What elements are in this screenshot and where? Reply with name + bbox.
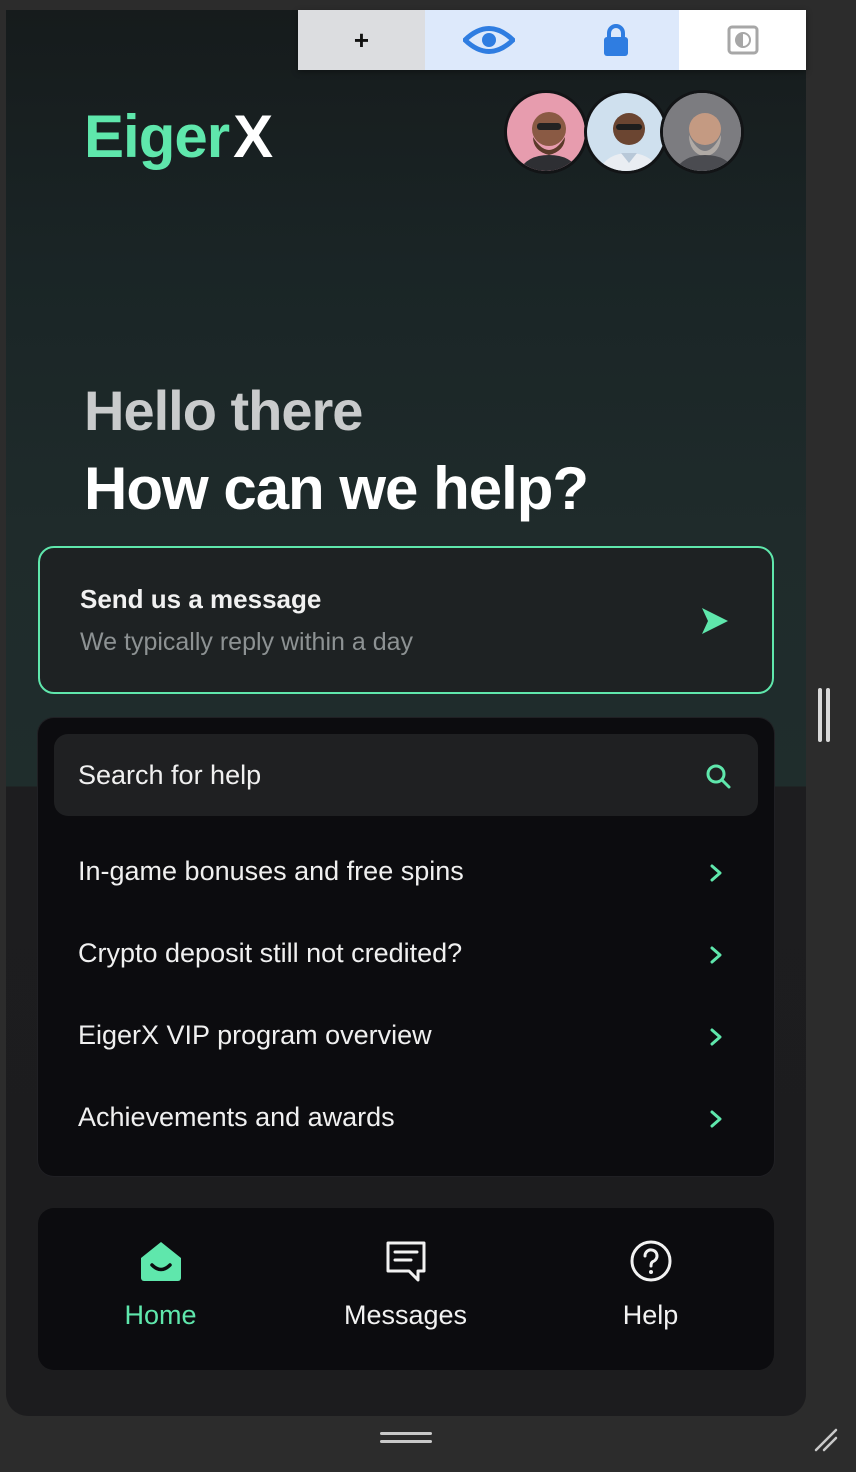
greeting-line-2: How can we help? (84, 455, 589, 522)
eye-icon (462, 26, 515, 54)
search-input[interactable]: Search for help (54, 734, 758, 816)
send-message-title: Send us a message (80, 584, 322, 614)
help-article-item[interactable]: EigerX VIP program overview (38, 996, 774, 1078)
avatar (584, 90, 668, 174)
send-message-subtitle: We typically reply within a day (80, 628, 414, 656)
toolbar: + (298, 10, 806, 70)
team-avatars (504, 90, 744, 176)
nav-help-label: Help (622, 1300, 679, 1330)
help-article-label: EigerX VIP program overview (78, 1020, 432, 1050)
bottom-nav: Home Messages Help (38, 1208, 774, 1370)
contrast-button[interactable] (679, 10, 806, 70)
chevron-right-icon (710, 1110, 722, 1128)
contrast-icon (727, 25, 758, 55)
avatar (504, 90, 588, 174)
lock-icon (603, 24, 628, 56)
help-article-item[interactable]: Crypto deposit still not credited? (38, 914, 774, 996)
nav-help[interactable]: Help (528, 1208, 773, 1370)
preview-button[interactable] (425, 10, 552, 70)
help-article-label: In-game bonuses and free spins (78, 856, 464, 886)
send-icon (702, 608, 728, 634)
chevron-right-icon (710, 1028, 722, 1046)
lock-button[interactable] (552, 10, 679, 70)
chevron-right-icon (710, 864, 722, 882)
nav-messages-label: Messages (343, 1300, 468, 1330)
brand-name-part1: Eiger (84, 103, 230, 170)
help-card: Search for help In-game bonuses and free… (38, 718, 774, 1176)
help-article-label: Crypto deposit still not credited? (78, 938, 463, 968)
add-button[interactable]: + (298, 10, 425, 70)
help-article-label: Achievements and awards (78, 1102, 395, 1132)
help-article-item[interactable]: In-game bonuses and free spins (38, 832, 774, 914)
bottom-resize-handle[interactable] (380, 1432, 432, 1444)
window-frame: Eiger X Hello there How can we help? + S… (0, 0, 856, 1472)
messages-icon (386, 1241, 425, 1282)
home-icon (140, 1242, 181, 1281)
nav-home-label: Home (124, 1300, 197, 1330)
chevron-right-icon (710, 946, 722, 964)
help-icon (630, 1240, 671, 1282)
nav-home[interactable]: Home (38, 1208, 283, 1370)
send-message-card[interactable]: Send us a message We typically reply wit… (38, 546, 774, 694)
panel-resize-handle[interactable] (818, 688, 832, 742)
resize-grip-icon[interactable] (812, 1426, 840, 1454)
search-placeholder: Search for help (78, 760, 262, 790)
plus-icon: + (353, 25, 370, 55)
brand-logo: Eiger X (84, 102, 273, 172)
brand-name-part2: X (233, 103, 273, 170)
nav-messages[interactable]: Messages (283, 1208, 528, 1370)
help-article-item[interactable]: Achievements and awards (38, 1078, 774, 1160)
avatar (660, 90, 744, 174)
greeting-line-1: Hello there (84, 379, 363, 442)
messenger-panel: Eiger X Hello there How can we help? (6, 10, 806, 1416)
search-icon (706, 764, 731, 789)
